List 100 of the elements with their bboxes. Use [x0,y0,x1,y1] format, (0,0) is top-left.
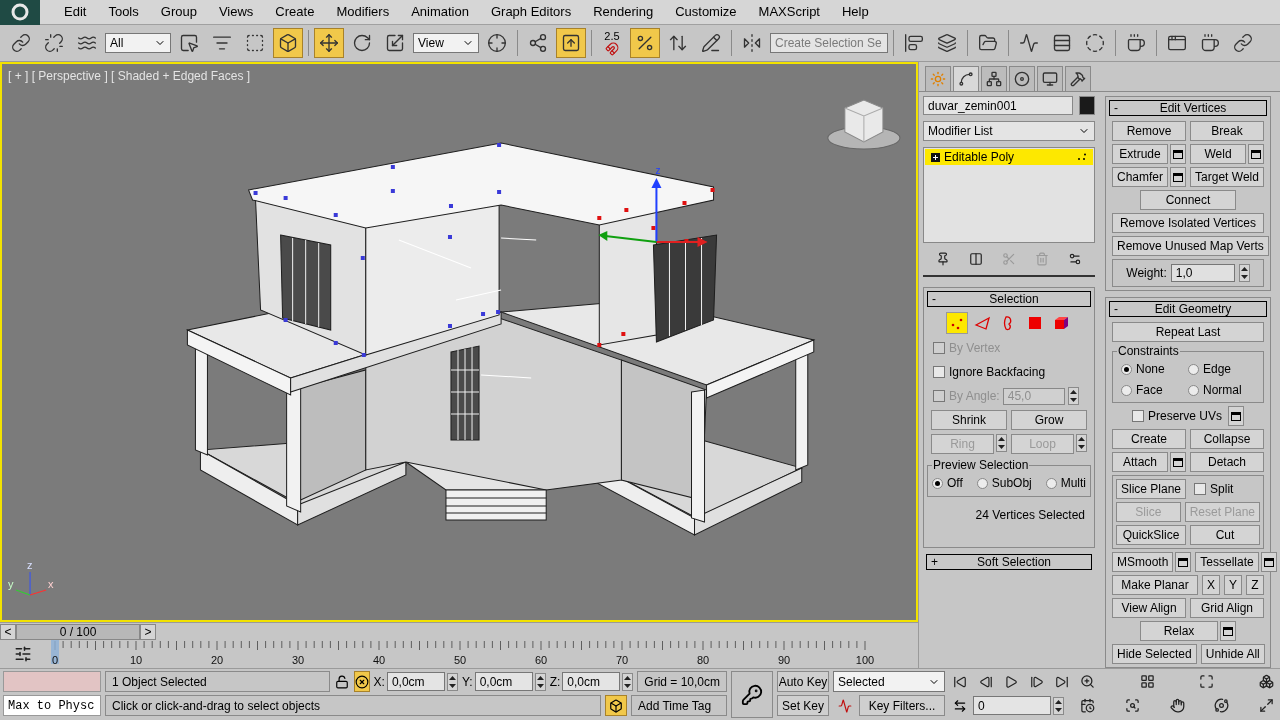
viewport[interactable]: [ + ] [ Perspective ] [ Shaded + Edged Faces ] z z y x [0,62,918,622]
panel-button[interactable]: Unhide All [1200,644,1265,664]
panel-button[interactable]: Remove [1112,121,1186,141]
menu-item[interactable]: Graph Editors [480,2,582,22]
settings-button[interactable] [1228,406,1244,426]
menu-item[interactable]: Group [150,2,207,22]
command-tab[interactable] [1009,66,1035,91]
time-tag-toggle[interactable] [605,695,627,716]
time-marker-icon[interactable] [51,640,59,664]
toolbar-button[interactable] [273,28,303,58]
toolbar-dropdown[interactable]: All [105,33,171,53]
maxscript-listener-field[interactable]: Max to Physc: [3,695,101,716]
current-frame-field[interactable]: 0 [973,696,1051,715]
menu-item[interactable]: Edit [54,2,97,22]
radio-button[interactable] [932,477,943,489]
rollout-header[interactable]: + Soft Selection [926,554,1092,570]
menu-item[interactable]: Create [265,2,325,22]
radio-button[interactable] [1188,363,1199,375]
panel-button[interactable]: Grid Align [1190,598,1264,618]
settings-button[interactable] [1220,621,1236,641]
menu-item[interactable]: MAXScript [748,2,830,22]
stack-item[interactable]: Editable Poly [925,149,1093,165]
modifier-list-dropdown[interactable]: Modifier List [923,121,1095,141]
auto-key-button[interactable]: Auto Key [777,671,829,692]
panel-button[interactable]: Target Weld [1190,167,1264,187]
panel-button[interactable]: Remove Unused Map Verts [1112,236,1269,256]
toolbar-button[interactable] [314,28,344,58]
expand-icon[interactable] [931,152,940,162]
toolbar-button[interactable] [556,28,586,58]
spinner-icon[interactable] [996,434,1007,452]
panel-button[interactable]: Extrude [1112,144,1168,164]
settings-button[interactable] [1170,452,1186,472]
coordinate-field[interactable]: 0,0cm [474,672,533,691]
menu-item[interactable]: Customize [665,2,747,22]
menu-item[interactable]: Help [832,2,879,22]
settings-button[interactable] [1248,144,1264,164]
checkbox[interactable] [1132,410,1144,422]
app-logo-icon[interactable] [0,0,40,25]
checkbox[interactable] [1194,483,1207,495]
panel-button[interactable]: Break [1190,121,1264,141]
transform-gizmo-icon[interactable] [598,178,708,247]
panel-button[interactable]: Connect [1140,190,1236,210]
spinner-icon[interactable] [1076,434,1087,452]
toolbar-dropdown[interactable]: View [413,33,479,53]
add-time-tag-button[interactable]: Add Time Tag [631,695,727,716]
radio-button[interactable] [976,477,988,489]
radio-button[interactable] [1045,477,1057,489]
rollout-header[interactable]: - Edit Vertices [1109,100,1267,116]
menu-item[interactable]: Rendering [583,2,664,22]
panel-button[interactable]: X [1202,575,1220,595]
transform-mode-button[interactable] [353,671,370,692]
checkbox[interactable] [933,366,945,378]
menu-item[interactable]: Animation [401,2,479,22]
toolbar-button[interactable] [630,28,660,58]
spinner-icon[interactable] [622,672,634,691]
object-name-field[interactable]: duvar_zemin001 [923,96,1073,115]
radio-button[interactable] [1188,384,1199,396]
panel-button[interactable]: Create [1112,429,1186,449]
command-tab[interactable] [981,66,1007,91]
spinner-icon[interactable] [1067,387,1079,405]
command-tab[interactable] [1065,66,1091,91]
panel-button[interactable]: View Align [1112,598,1186,618]
panel-button[interactable]: Shrink [931,410,1007,430]
subobject-level-button[interactable] [946,312,968,334]
panel-button[interactable]: Slice Plane [1116,479,1187,499]
panel-button[interactable]: Cut [1190,525,1260,545]
spinner-icon[interactable] [1238,264,1250,282]
key-filters-button[interactable]: Key Filters... [859,695,945,716]
time-slider-thumb[interactable]: 0 / 100 [16,623,140,640]
settings-button[interactable] [1175,552,1192,572]
coordinate-field[interactable]: 0,0cm [386,672,445,691]
settings-button[interactable] [1260,552,1277,572]
spinner-icon[interactable] [446,672,458,691]
previous-frame-button[interactable]: < [0,623,16,640]
menu-item[interactable]: Views [208,2,264,22]
weight-field[interactable]: 1,0 [1170,264,1235,282]
panel-button[interactable]: Grow [1011,410,1087,430]
rollout-header[interactable]: - Edit Geometry [1109,301,1267,317]
spinner-icon[interactable] [534,672,546,691]
set-keys-button[interactable] [731,671,773,718]
panel-button[interactable]: Weld [1190,144,1246,164]
panel-button[interactable]: QuickSlice [1116,525,1186,545]
panel-button[interactable]: Chamfer [1112,167,1168,187]
panel-button[interactable]: Y [1224,575,1242,595]
view-cube-icon[interactable] [827,99,901,150]
menu-item[interactable]: Modifiers [326,2,400,22]
set-key-button[interactable]: Set Key [777,695,829,716]
panel-button[interactable]: Hide Selected [1112,644,1197,664]
track-bar[interactable]: 0 10 20 30 40 50 60 70 80 90 100 [45,640,918,668]
radio-button[interactable] [1121,384,1132,396]
settings-button[interactable] [1170,144,1186,164]
object-color-swatch[interactable] [1079,96,1095,115]
radio-button[interactable] [1121,363,1132,375]
panel-button[interactable]: Attach [1112,452,1168,472]
coordinate-field[interactable]: 0,0cm [562,672,621,691]
command-tab[interactable] [1037,66,1063,91]
panel-button[interactable]: Z [1246,575,1264,595]
settings-button[interactable] [1170,167,1186,187]
spinner-icon[interactable] [1053,696,1064,715]
panel-button[interactable]: MSmooth [1112,552,1174,572]
